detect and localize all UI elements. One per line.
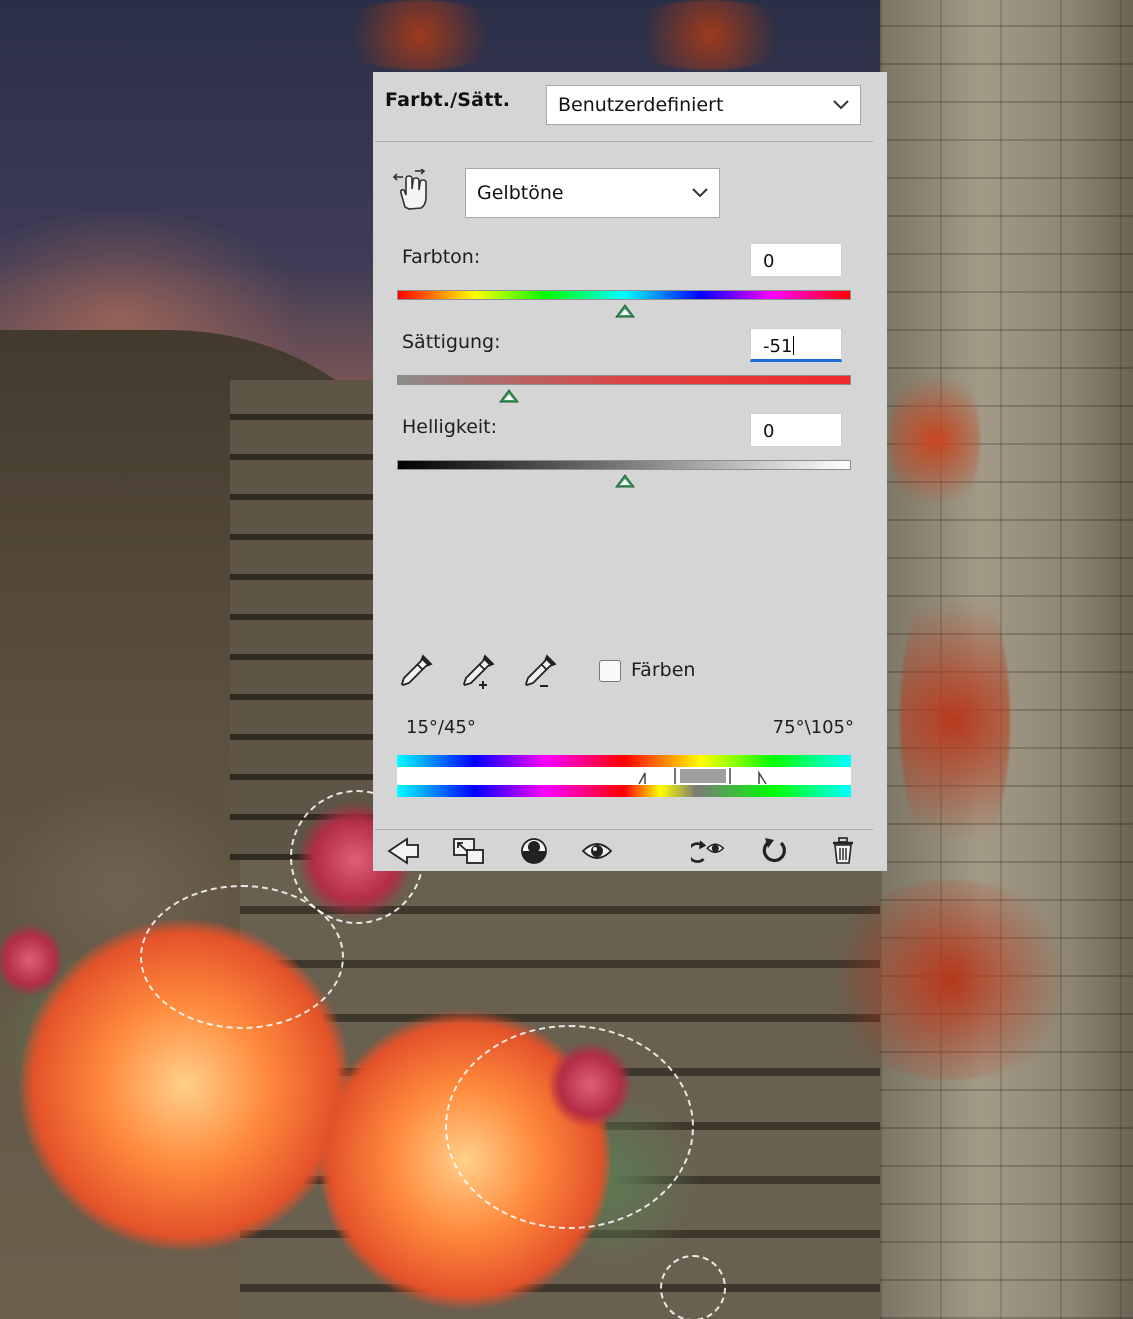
view-previous-state-icon[interactable] <box>691 834 727 868</box>
saturation-slider-thumb[interactable] <box>499 389 519 403</box>
eyedropper-add-icon[interactable] <box>457 652 497 692</box>
hand-scrubby-icon[interactable] <box>391 169 435 213</box>
saturation-gradient-bar <box>397 375 851 385</box>
lightness-input[interactable]: 0 <box>750 413 842 447</box>
saturation-input[interactable]: -51 <box>750 328 842 362</box>
eyedropper-icon[interactable] <box>395 652 435 692</box>
ivy <box>900 560 1010 880</box>
eyedropper-subtract-icon[interactable] <box>519 652 559 692</box>
hue-input[interactable]: 0 <box>750 243 842 277</box>
trash-icon[interactable] <box>825 834 861 868</box>
upper-stairs <box>230 380 380 860</box>
colorize-checkbox[interactable] <box>599 660 621 682</box>
hue-saturation-panel: Farbt./Sätt. Benutzerdefiniert Gelbtöne … <box>373 72 887 871</box>
lightness-slider-thumb[interactable] <box>615 474 635 488</box>
chevron-down-icon <box>833 100 849 110</box>
expand-view-icon[interactable] <box>451 834 487 868</box>
layer-mask-icon[interactable] <box>516 834 552 868</box>
clip-to-layer-icon[interactable] <box>385 834 421 868</box>
selection-outline <box>445 1025 694 1229</box>
output-color-ramp <box>397 785 851 797</box>
preset-value: Benutzerdefiniert <box>558 94 724 116</box>
lightness-label: Helligkeit: <box>402 416 498 438</box>
range-selector-track[interactable] <box>397 767 851 785</box>
bud-flower <box>0 920 60 1000</box>
hue-gradient-bar <box>397 290 851 300</box>
ivy <box>820 880 1080 1080</box>
saturation-value: -51 <box>763 336 793 357</box>
channel-value: Gelbtöne <box>477 182 564 204</box>
range-selector[interactable] <box>397 767 851 785</box>
text-caret <box>793 336 795 355</box>
ivy <box>620 0 800 70</box>
input-color-ramp <box>397 755 851 767</box>
lightness-gradient-bar <box>397 460 851 470</box>
reset-icon[interactable] <box>756 834 792 868</box>
range-right-readout: 75°\105° <box>772 717 854 738</box>
ivy <box>890 360 980 520</box>
divider <box>375 141 873 142</box>
preset-dropdown[interactable]: Benutzerdefiniert <box>546 85 861 125</box>
channel-dropdown[interactable]: Gelbtöne <box>465 168 720 218</box>
saturation-label: Sättigung: <box>402 331 501 353</box>
range-left-readout: 15°/45° <box>406 717 476 738</box>
chevron-down-icon <box>692 188 708 198</box>
divider <box>375 829 873 830</box>
hue-slider-thumb[interactable] <box>615 304 635 318</box>
selection-outline <box>660 1255 726 1319</box>
ivy <box>330 0 510 70</box>
colorize-label: Färben <box>631 659 696 681</box>
visibility-eye-icon[interactable] <box>579 834 615 868</box>
panel-title: Farbt./Sätt. <box>385 89 511 111</box>
hue-label: Farbton: <box>402 246 481 268</box>
